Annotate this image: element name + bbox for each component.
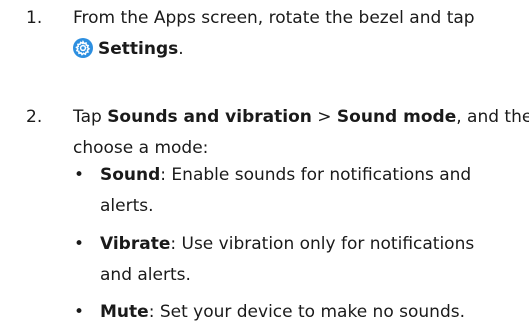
instruction-document: 1. From the Apps screen, rotate the beze… — [0, 0, 529, 331]
bullet-text: Sound: Enable sounds for notifications a… — [100, 160, 520, 222]
step-2-suffix: , and then — [456, 107, 529, 127]
sound-term: Sound — [100, 165, 161, 185]
bullet-marker: • — [74, 165, 85, 185]
bullet-mute-line-1: Mute: Set your device to make no sounds. — [100, 297, 520, 328]
step-1-line-2: Settings. — [73, 34, 513, 65]
bullet-vibrate-line-1: Vibrate: Use vibration only for notifica… — [100, 229, 520, 260]
vibrate-term: Vibrate — [100, 234, 171, 254]
sound-description: : Enable sounds for notifications and — [160, 165, 472, 185]
settings-label: Settings — [98, 39, 179, 59]
step-text: From the Apps screen, rotate the bezel a… — [73, 3, 513, 65]
sounds-and-vibration-label: Sounds and vibration — [107, 107, 312, 127]
step-text: Tap Sounds and vibration > Sound mode, a… — [73, 102, 529, 164]
settings-gear-icon — [73, 38, 93, 58]
bullet-marker: • — [74, 302, 85, 322]
step-number: 2. — [26, 107, 43, 127]
breadcrumb-separator: > — [311, 107, 337, 127]
step-2-prefix: Tap — [73, 107, 108, 127]
sound-mode-label: Sound mode — [336, 107, 457, 127]
bullet-sound-line-1: Sound: Enable sounds for notifications a… — [100, 160, 520, 191]
bullet-text: Vibrate: Use vibration only for notifica… — [100, 229, 520, 291]
bullet-sound-line-2: alerts. — [100, 196, 154, 216]
mute-term: Mute — [100, 302, 149, 322]
bullet-vibrate-line-2: and alerts. — [100, 265, 191, 285]
vibrate-description: : Use vibration only for notifications — [170, 234, 475, 254]
step-number: 1. — [26, 8, 43, 28]
step-2-line-1: Tap Sounds and vibration > Sound mode, a… — [73, 102, 529, 133]
step-1-suffix: . — [178, 39, 184, 59]
mute-description: : Set your device to make no sounds. — [148, 302, 465, 322]
bullet-marker: • — [74, 234, 85, 254]
bullet-text: Mute: Set your device to make no sounds. — [100, 297, 520, 328]
step-1-line-1: From the Apps screen, rotate the bezel a… — [73, 8, 475, 28]
